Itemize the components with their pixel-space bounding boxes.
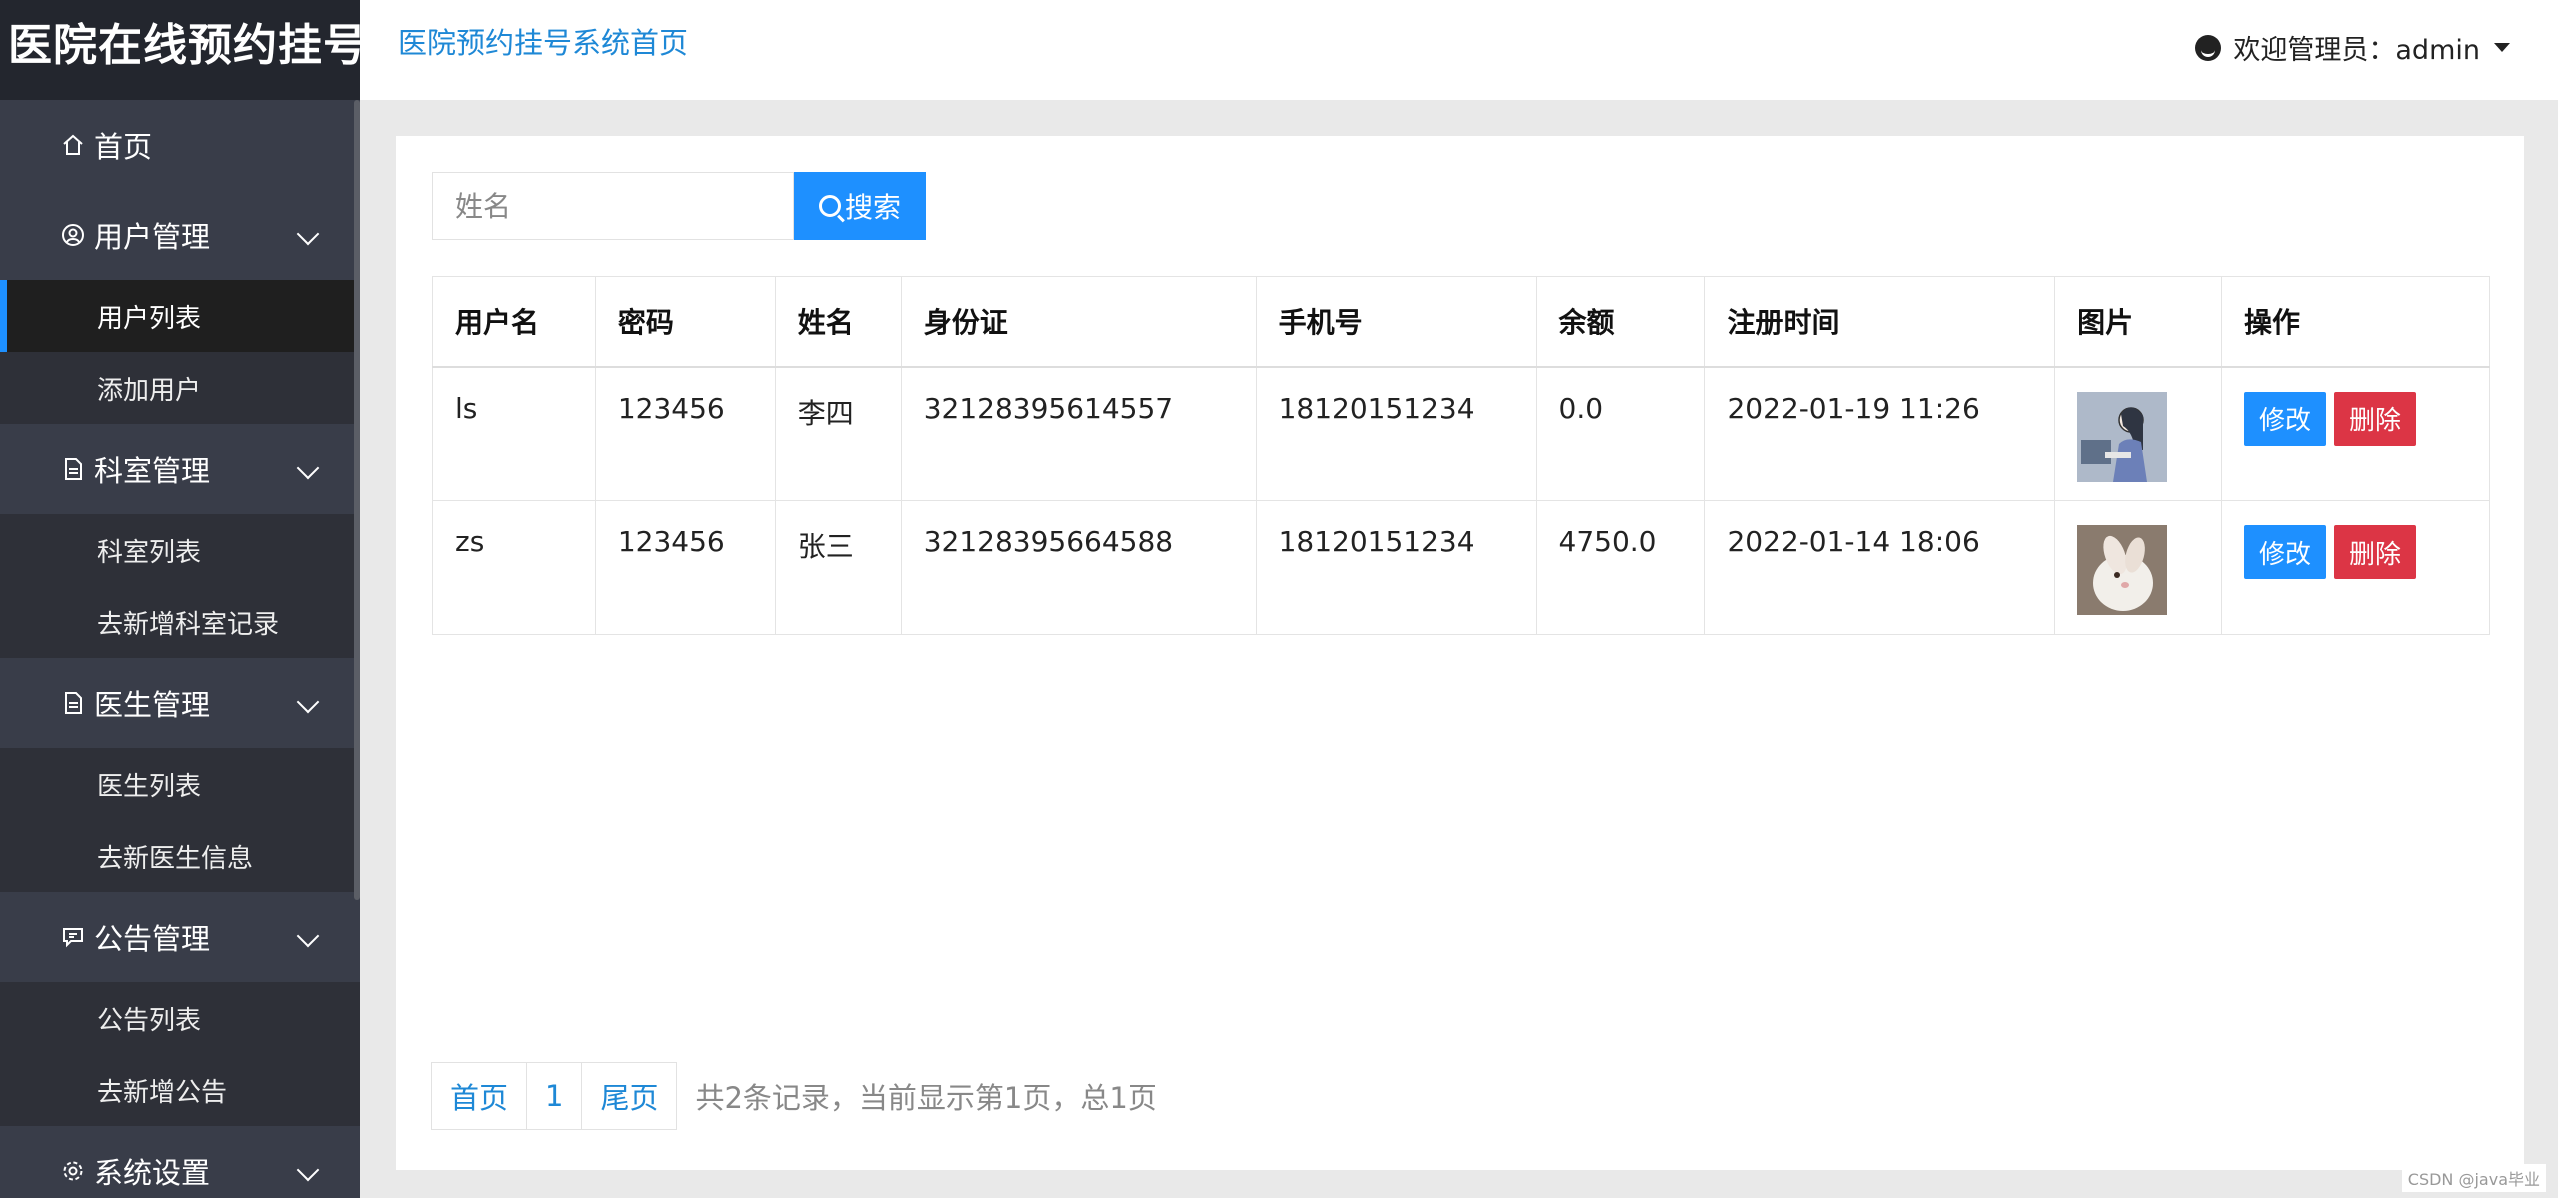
cell-username: ls <box>432 366 596 501</box>
chevron-down-icon <box>296 222 320 246</box>
user-menu[interactable]: 欢迎管理员：admin <box>2195 28 2510 67</box>
column-header-phone: 手机号 <box>1255 276 1537 367</box>
cell-id-card: 32128395664588 <box>900 500 1257 635</box>
chevron-down-icon <box>296 690 320 714</box>
sidebar-item-add-department[interactable]: 去新增科室记录 <box>0 586 360 658</box>
sidebar-item-notice-list[interactable]: 公告列表 <box>0 982 360 1054</box>
sidebar-group-label: 科室管理 <box>94 454 211 488</box>
search-bar: 搜索 <box>432 172 926 240</box>
table-row: zs 123456 张三 32128395664588 18120151234 … <box>432 500 2490 635</box>
document-icon <box>60 456 86 482</box>
user-circle-icon <box>60 222 86 248</box>
sidebar: 医院在线预约挂号 首页 用户管理 用户列表 添加用户 科室管理 科室列表 去新增… <box>0 0 360 1198</box>
sidebar-item-label: 首页 <box>94 130 153 164</box>
cell-registered: 2022-01-19 11:26 <box>1704 366 2056 501</box>
cell-phone: 18120151234 <box>1255 366 1537 501</box>
welcome-admin-label: 欢迎管理员：admin <box>2233 35 2480 66</box>
chevron-down-icon <box>296 456 320 480</box>
user-table: 用户名 密码 姓名 身份证 手机号 余额 注册时间 图片 操作 ls 12345… <box>432 276 2490 635</box>
chevron-down-icon <box>296 924 320 948</box>
cell-password: 123456 <box>594 366 776 501</box>
home-icon <box>60 132 86 158</box>
sidebar-group-department-management[interactable]: 科室管理 <box>0 424 360 514</box>
page-number-button[interactable]: 1 <box>526 1062 583 1130</box>
sidebar-group-label: 系统设置 <box>94 1156 211 1190</box>
search-input[interactable] <box>432 172 794 240</box>
smiley-user-icon <box>2195 34 2222 61</box>
pagination: 首页 1 尾页 共2条记录，当前显示第1页，总1页 <box>431 1062 1157 1130</box>
user-avatar-image <box>2077 391 2168 482</box>
column-header-username: 用户名 <box>432 276 596 367</box>
column-header-image: 图片 <box>2054 276 2223 367</box>
delete-button[interactable]: 删除 <box>2334 391 2417 446</box>
last-page-button[interactable]: 尾页 <box>581 1062 678 1130</box>
table-header-row: 用户名 密码 姓名 身份证 手机号 余额 注册时间 图片 操作 <box>432 276 2490 367</box>
search-button[interactable]: 搜索 <box>794 172 926 240</box>
sidebar-item-add-notice[interactable]: 去新增公告 <box>0 1054 360 1126</box>
sidebar-item-add-user[interactable]: 添加用户 <box>0 352 360 424</box>
first-page-button[interactable]: 首页 <box>431 1062 528 1130</box>
system-home-link[interactable]: 医院预约挂号系统首页 <box>398 20 688 62</box>
sidebar-group-user-management[interactable]: 用户管理 <box>0 190 360 280</box>
sidebar-group-system-settings[interactable]: 系统设置 <box>0 1126 360 1198</box>
message-icon <box>60 924 86 950</box>
search-button-label: 搜索 <box>844 191 901 224</box>
top-header: 医院预约挂号系统首页 欢迎管理员：admin <box>360 0 2558 100</box>
sidebar-item-home[interactable]: 首页 <box>0 100 360 190</box>
sidebar-group-doctor-management[interactable]: 医生管理 <box>0 658 360 748</box>
cell-balance: 4750.0 <box>1535 500 1706 635</box>
edit-button[interactable]: 修改 <box>2244 525 2327 579</box>
column-header-balance: 余额 <box>1535 276 1706 367</box>
table-row: ls 123456 李四 32128395614557 18120151234 … <box>432 366 2490 501</box>
caret-down-icon <box>2494 43 2510 52</box>
gear-icon <box>60 1158 86 1184</box>
app-title: 医院在线预约挂号 <box>0 0 360 100</box>
cell-registered: 2022-01-14 18:06 <box>1704 500 2056 635</box>
sidebar-item-department-list[interactable]: 科室列表 <box>0 514 360 586</box>
cell-phone: 18120151234 <box>1255 500 1537 635</box>
cell-balance: 0.0 <box>1535 366 1706 501</box>
sidebar-item-user-list[interactable]: 用户列表 <box>0 280 360 352</box>
column-header-registered: 注册时间 <box>1704 276 2056 367</box>
sidebar-group-notice-management[interactable]: 公告管理 <box>0 892 360 982</box>
sidebar-group-label: 公告管理 <box>94 922 211 956</box>
search-icon <box>818 195 841 217</box>
sidebar-item-doctor-list[interactable]: 医生列表 <box>0 748 360 820</box>
sidebar-scrollbar[interactable] <box>354 100 360 900</box>
column-header-actions: 操作 <box>2221 276 2490 367</box>
cell-name: 张三 <box>774 500 902 635</box>
delete-button[interactable]: 删除 <box>2334 525 2417 579</box>
content-card: 搜索 用户名 密码 姓名 身份证 手机号 余额 注册时间 图片 操作 ls 12 <box>396 136 2524 1170</box>
column-header-id-card: 身份证 <box>900 276 1257 367</box>
pagination-info: 共2条记录，当前显示第1页，总1页 <box>695 1081 1157 1115</box>
user-avatar-image <box>2077 525 2168 615</box>
sidebar-group-label: 医生管理 <box>94 688 211 722</box>
document-icon <box>60 690 86 716</box>
edit-button[interactable]: 修改 <box>2244 391 2327 446</box>
cell-id-card: 32128395614557 <box>900 366 1257 501</box>
column-header-name: 姓名 <box>774 276 902 367</box>
cell-name: 李四 <box>774 366 902 501</box>
sidebar-group-label: 用户管理 <box>94 220 211 254</box>
watermark: CSDN @java毕业 <box>2401 1164 2546 1192</box>
sidebar-item-add-doctor[interactable]: 去新医生信息 <box>0 820 360 892</box>
cell-password: 123456 <box>594 500 776 635</box>
cell-username: zs <box>432 500 596 635</box>
column-header-password: 密码 <box>594 276 776 367</box>
chevron-down-icon <box>296 1158 320 1182</box>
